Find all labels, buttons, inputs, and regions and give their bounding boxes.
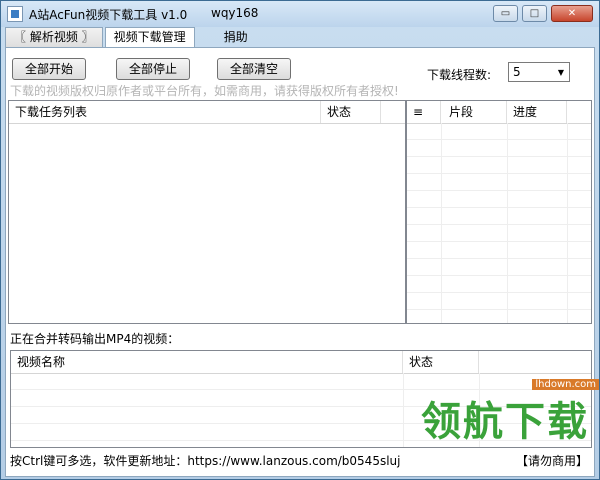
segment-list[interactable]: ≡ 片段 进度: [406, 100, 592, 324]
column-header-segment[interactable]: 片段: [441, 101, 507, 123]
tab-bar: 〖 解析视频 〗 视频下载管理 捐助: [5, 27, 259, 48]
column-header-status[interactable]: 状态: [321, 101, 381, 123]
segment-row: [407, 242, 591, 259]
tab-donate[interactable]: 捐助: [215, 27, 257, 47]
chevron-down-icon: ▼: [557, 67, 565, 77]
column-header-video-name[interactable]: 视频名称: [11, 351, 403, 373]
maximize-button[interactable]: □: [522, 5, 547, 22]
segment-row: [407, 293, 591, 310]
segment-row: [407, 123, 591, 140]
stop-all-button[interactable]: 全部停止: [116, 58, 190, 80]
segment-row: [407, 191, 591, 208]
video-list-header: 视频名称 状态: [11, 351, 591, 374]
merge-status-label: 正在合并转码输出MP4的视频：: [10, 332, 180, 346]
segment-row: [407, 208, 591, 225]
app-icon: [7, 6, 23, 22]
column-header-task-list[interactable]: 下载任务列表: [9, 101, 321, 123]
title-bar: A站AcFun视频下载工具 v1.0 wqy168 ▭ □ ✕: [1, 1, 599, 27]
app-window: A站AcFun视频下载工具 v1.0 wqy168 ▭ □ ✕ 〖 解析视频 〗…: [0, 0, 600, 480]
minimize-icon: ▭: [500, 8, 511, 19]
update-hint: 按Ctrl键可多选，软件更新地址：https://www.lanzous.com…: [10, 454, 401, 468]
thread-count-select[interactable]: 5 ▼: [508, 62, 570, 82]
segment-row: [407, 157, 591, 174]
tab-download-manager[interactable]: 视频下载管理: [104, 27, 195, 48]
site-watermark: lhdown.com 领航下载: [421, 379, 599, 445]
thread-count-label: 下载线程数:: [427, 68, 492, 82]
column-header-video-status[interactable]: 状态: [403, 351, 479, 373]
column-header-spacer: [381, 101, 405, 123]
close-button[interactable]: ✕: [551, 5, 593, 22]
segment-row: [407, 259, 591, 276]
task-list[interactable]: 下载任务列表 状态: [8, 100, 406, 324]
start-all-button[interactable]: 全部开始: [12, 58, 86, 80]
watermark-logo-text: 领航下载: [421, 399, 589, 445]
tab-parse-video[interactable]: 〖 解析视频 〗: [5, 27, 103, 47]
no-commercial-notice: 【请勿商用】: [516, 454, 589, 468]
column-header-progress[interactable]: 进度: [507, 101, 567, 123]
segment-list-header: ≡ 片段 进度: [407, 101, 591, 124]
segment-row: [407, 225, 591, 242]
minimize-button[interactable]: ▭: [493, 5, 518, 22]
column-header-index[interactable]: ≡: [407, 101, 441, 123]
maximize-icon: □: [529, 8, 540, 19]
window-title: A站AcFun视频下载工具 v1.0: [29, 8, 188, 22]
thread-count-value: 5: [513, 65, 521, 79]
copyright-notice: 下载的视频版权归原作者或平台所有，如需商用，请获得版权所有者授权!: [10, 84, 399, 98]
window-author: wqy168: [211, 6, 259, 20]
close-icon: ✕: [567, 8, 577, 19]
segment-row: [407, 276, 591, 293]
segment-row: [407, 140, 591, 157]
task-list-header: 下载任务列表 状态: [9, 101, 405, 124]
segment-row: [407, 174, 591, 191]
clear-all-button[interactable]: 全部清空: [217, 58, 291, 80]
